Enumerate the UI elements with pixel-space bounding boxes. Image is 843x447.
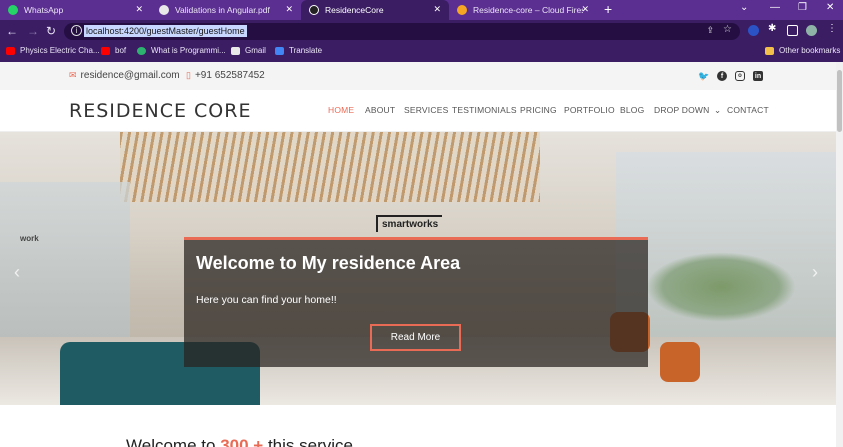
carousel-prev-icon[interactable]: ‹ — [14, 262, 20, 283]
browser-tab-strip: WhatsApp ✕ Validations in Angular.pdf ✕ … — [0, 0, 843, 20]
forward-icon[interactable]: → — [27, 24, 39, 38]
tab-whatsapp[interactable]: WhatsApp ✕ — [0, 0, 151, 20]
envelope-icon: ✉ — [69, 70, 77, 80]
phone-icon: ▯ — [186, 70, 191, 80]
section-heading-prefix: Welcome to — [126, 436, 216, 447]
hero-ceiling — [120, 132, 540, 202]
bookmarks-bar: Physics Electric Cha... bof What is Prog… — [0, 43, 843, 62]
section-heading-suffix: this service — [267, 436, 353, 447]
facebook-icon[interactable]: f — [717, 71, 727, 81]
other-bookmarks[interactable]: Other bookmarks — [765, 46, 840, 55]
section-heading-highlight: 300 + — [220, 436, 268, 447]
tab-label: ResidenceCore — [325, 5, 384, 15]
bookmark-item[interactable]: Gmail — [231, 46, 266, 55]
tab-label: Residence-core – Cloud Firestore — [473, 5, 583, 15]
phone-contact[interactable]: ▯ +91 652587452 — [186, 70, 265, 81]
avatar[interactable] — [806, 25, 817, 36]
nav-contact[interactable]: CONTACT — [727, 105, 769, 115]
bookmark-label: Physics Electric Cha... — [20, 46, 100, 55]
site-logo[interactable]: RESIDENCE CORE — [69, 100, 251, 122]
youtube-icon — [101, 46, 110, 55]
reload-icon[interactable]: ↻ — [46, 24, 56, 38]
address-bar-row: ← → ↻ i localhost:4200/guestMaster/guest… — [0, 20, 843, 43]
youtube-icon — [6, 46, 15, 55]
minimize-icon[interactable]: — — [770, 2, 780, 13]
hero-subtitle: Here you can find your home!! — [196, 294, 337, 306]
back-icon[interactable]: ← — [6, 24, 18, 38]
hero-wall-text: work — [20, 234, 39, 243]
info-icon[interactable]: i — [71, 25, 82, 36]
nav-home[interactable]: HOME — [328, 105, 354, 115]
bookmark-label: Translate — [289, 46, 323, 55]
bookmark-item[interactable]: What is Programmi... — [137, 46, 226, 55]
email-contact[interactable]: ✉ residence@gmail.com — [69, 70, 180, 81]
bookmark-label: What is Programmi... — [151, 46, 226, 55]
bookmark-item[interactable]: bof — [101, 46, 126, 55]
tab-validations-pdf[interactable]: Validations in Angular.pdf ✕ — [151, 0, 301, 20]
nav-blog[interactable]: BLOG — [620, 105, 644, 115]
contact-topbar: ✉ residence@gmail.com ▯ +91 652587452 🐦 … — [0, 62, 836, 90]
close-tab-icon[interactable]: ✕ — [433, 4, 441, 15]
bookmark-label: Gmail — [245, 46, 266, 55]
close-tab-icon[interactable]: ✕ — [581, 4, 589, 15]
hero-caption: Welcome to My residence Area Here you ca… — [184, 237, 648, 367]
more-menu-icon[interactable]: ⋮ — [827, 23, 838, 34]
phone-text: +91 652587452 — [194, 70, 265, 81]
sidebar-icon[interactable] — [787, 25, 798, 36]
hero-title: Welcome to My residence Area — [196, 253, 461, 273]
new-tab-icon[interactable]: + — [604, 1, 612, 17]
section-heading: Welcome to 300 + this service — [126, 436, 353, 447]
url-field[interactable]: i localhost:4200/guestMaster/guestHome ⇪… — [64, 23, 740, 40]
tab-firestore[interactable]: Residence-core – Cloud Firestore ✕ — [449, 0, 597, 20]
close-window-icon[interactable]: ✕ — [826, 2, 834, 13]
nav-testimonials[interactable]: TESTIMONIALS — [452, 105, 517, 115]
nav-portfolio[interactable]: PORTFOLIO — [564, 105, 615, 115]
globe-icon — [159, 5, 169, 15]
twitter-icon[interactable]: 🐦 — [698, 71, 709, 81]
tab-label: WhatsApp — [24, 5, 64, 15]
tab-search-icon[interactable]: ⌄ — [740, 2, 748, 13]
blog-icon — [137, 46, 146, 55]
scrollbar-thumb[interactable] — [837, 70, 842, 132]
url-text[interactable]: localhost:4200/guestMaster/guestHome — [84, 25, 247, 37]
share-icon[interactable]: ⇪ — [706, 25, 714, 36]
nav-dropdown-label: DROP DOWN — [654, 105, 710, 115]
translate-icon — [275, 46, 284, 55]
bookmark-star-icon[interactable]: ☆ — [723, 24, 732, 35]
firebase-icon — [457, 5, 467, 15]
linkedin-icon[interactable]: in — [753, 71, 763, 81]
bookmark-label: Other bookmarks — [779, 46, 841, 55]
tab-label: Validations in Angular.pdf — [175, 5, 270, 15]
close-tab-icon[interactable]: ✕ — [135, 4, 143, 15]
chevron-down-icon: ⌄ — [714, 105, 722, 115]
tab-residencecore[interactable]: ResidenceCore ✕ — [301, 0, 449, 20]
angular-icon — [309, 5, 319, 15]
read-more-button[interactable]: Read More — [370, 324, 461, 351]
nav-pricing[interactable]: PRICING — [520, 105, 557, 115]
restore-icon[interactable]: ❐ — [798, 2, 807, 13]
close-tab-icon[interactable]: ✕ — [285, 4, 293, 15]
hero-chair — [660, 342, 700, 382]
hero-wall-sign: smartworks — [376, 215, 443, 232]
hero-trees — [646, 252, 796, 322]
site-header: RESIDENCE CORE HOME ABOUT SERVICES TESTI… — [0, 90, 836, 132]
gmail-icon — [231, 46, 240, 55]
email-text: residence@gmail.com — [80, 70, 180, 81]
whatsapp-icon — [8, 5, 18, 15]
nav-dropdown[interactable]: DROP DOWN ⌄ — [654, 105, 721, 116]
carousel-next-icon[interactable]: › — [812, 262, 818, 283]
bookmark-label: bof — [115, 46, 127, 55]
nav-about[interactable]: ABOUT — [365, 105, 395, 115]
instagram-icon[interactable]: o — [735, 71, 745, 81]
puzzle-icon[interactable]: ✱ — [768, 23, 779, 34]
nav-services[interactable]: SERVICES — [404, 105, 448, 115]
bookmark-item[interactable]: Physics Electric Cha... — [6, 46, 100, 55]
extension-icon[interactable] — [748, 25, 759, 36]
bookmark-item[interactable]: Translate — [275, 46, 322, 55]
folder-icon — [765, 46, 774, 55]
